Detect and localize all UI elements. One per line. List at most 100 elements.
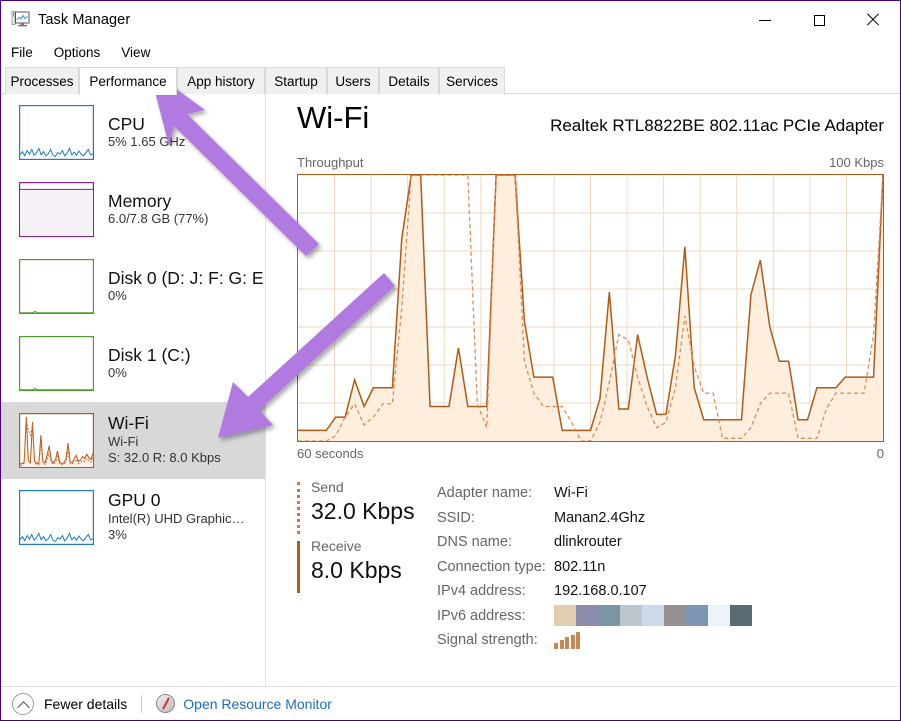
close-icon bbox=[866, 13, 880, 27]
maximize-button[interactable] bbox=[796, 1, 842, 39]
sidebar-item-text: Wi-Fi Wi-Fi S: 32.0 R: 8.0 Kbps bbox=[108, 414, 221, 466]
menu-item-view[interactable]: View bbox=[121, 45, 150, 60]
axis-label-right: 0 bbox=[876, 446, 884, 461]
sidebar-thumbnail-cpu bbox=[19, 105, 94, 160]
sidebar-item-subtitle: Wi-Fi bbox=[108, 434, 139, 450]
thumbnail-graph bbox=[19, 105, 94, 160]
sidebar-thumbnail-disk-1 bbox=[19, 336, 94, 391]
sidebar-item-memory[interactable]: Memory 6.0/7.8 GB (77%) bbox=[1, 171, 265, 248]
network-stats: Send 32.0 Kbps Receive 8.0 Kbps Adapter nam… bbox=[297, 479, 897, 654]
info-key: Adapter name: bbox=[437, 485, 533, 502]
info-value: Manan2.4Ghz bbox=[554, 509, 646, 526]
info-value: dlinkrouter bbox=[554, 534, 622, 551]
sidebar-item-title: Wi-Fi bbox=[108, 413, 149, 434]
minimize-button[interactable] bbox=[742, 1, 788, 39]
sidebar-item-subtitle: Intel(R) UHD Graphic… bbox=[108, 511, 245, 527]
sidebar-item-title: Disk 1 (C:) bbox=[108, 344, 191, 365]
throughput-graph-svg bbox=[298, 175, 883, 441]
graph-axis-labels: Throughput 100 Kbps bbox=[297, 155, 884, 173]
menu-item-file[interactable]: File bbox=[11, 45, 33, 60]
signal-bar bbox=[570, 634, 575, 649]
info-key: SSID: bbox=[437, 509, 475, 526]
task-manager-icon bbox=[10, 11, 30, 29]
fewer-details-button[interactable]: Fewer details bbox=[44, 696, 127, 712]
sidebar-item-subtitle: 0% bbox=[108, 288, 127, 304]
resource-list: CPU 5% 1.65 GHz Memory 6.0/7.8 GB (77%) Disk… bbox=[1, 94, 266, 686]
tab-label: Startup bbox=[274, 73, 318, 89]
tab-details[interactable]: Details bbox=[379, 67, 439, 94]
tab-app-history[interactable]: App history bbox=[177, 67, 265, 94]
menu-bar: File Options View bbox=[1, 39, 900, 65]
signal-bar bbox=[565, 637, 569, 649]
sidebar-item-disk-0[interactable]: Disk 0 (D: J: F: G: E: 0% bbox=[1, 248, 266, 325]
graph-max-label: 100 Kbps bbox=[829, 155, 884, 170]
tab-users[interactable]: Users bbox=[327, 67, 379, 94]
info-key: Signal strength: bbox=[437, 632, 538, 649]
info-key: IPv6 address: bbox=[437, 607, 526, 624]
thumbnail-graph bbox=[19, 182, 94, 237]
performance-detail-panel: Wi-Fi Realtek RTL8822BE 802.11ac PCIe Ad… bbox=[267, 94, 900, 686]
legend-receive: Receive 8.0 Kbps bbox=[297, 538, 432, 594]
graph-title: Throughput bbox=[297, 155, 364, 170]
sidebar-item-disk-1[interactable]: Disk 1 (C:) 0% bbox=[1, 325, 265, 402]
sidebar-item-subtitle: 0% bbox=[108, 365, 127, 381]
tab-services[interactable]: Services bbox=[439, 67, 505, 94]
sidebar-thumbnail-gpu-0 bbox=[19, 490, 94, 545]
content-area: CPU 5% 1.65 GHz Memory 6.0/7.8 GB (77%) Disk… bbox=[1, 94, 900, 686]
axis-label-left: 60 seconds bbox=[297, 446, 364, 461]
throughput-legend: Send 32.0 Kbps Receive 8.0 Kbps bbox=[297, 479, 432, 598]
sidebar-item-wifi[interactable]: Wi-Fi Wi-Fi S: 32.0 R: 8.0 Kbps bbox=[1, 402, 265, 479]
status-bar: Fewer details Open Resource Monitor bbox=[1, 686, 900, 720]
legend-marker-dotted bbox=[297, 482, 300, 534]
info-row: DNS name: dlinkrouter bbox=[437, 530, 897, 555]
sidebar-item-subtitle-2: 3% bbox=[108, 527, 127, 543]
redaction-block bbox=[708, 605, 730, 627]
sidebar-item-text: CPU 5% 1.65 GHz bbox=[108, 113, 185, 151]
info-row: IPv4 address: 192.168.0.107 bbox=[437, 579, 897, 604]
sidebar-item-title: CPU bbox=[108, 113, 145, 134]
tab-performance[interactable]: Performance bbox=[79, 67, 177, 95]
redaction-block bbox=[620, 605, 642, 627]
tab-startup[interactable]: Startup bbox=[265, 67, 327, 94]
sidebar-item-gpu-0[interactable]: GPU 0 Intel(R) UHD Graphic… 3% bbox=[1, 479, 265, 556]
throughput-graph bbox=[297, 174, 884, 442]
info-key: IPv4 address: bbox=[437, 583, 526, 600]
page-title: Wi-Fi bbox=[297, 100, 370, 135]
detail-header: Wi-Fi Realtek RTL8822BE 802.11ac PCIe Ad… bbox=[297, 102, 884, 148]
tab-label: Performance bbox=[89, 73, 167, 89]
sidebar-item-text: GPU 0 Intel(R) UHD Graphic… 3% bbox=[108, 491, 245, 543]
menu-item-options[interactable]: Options bbox=[54, 45, 101, 60]
tab-strip: Processes Performance App history Startup Us… bbox=[1, 67, 900, 95]
minimize-icon bbox=[759, 19, 771, 21]
sidebar-item-text: Disk 1 (C:) 0% bbox=[108, 344, 191, 382]
info-value: 192.168.0.107 bbox=[554, 583, 647, 600]
info-row: Connection type: 802.11n bbox=[437, 555, 897, 580]
signal-bar bbox=[559, 640, 564, 649]
tab-processes[interactable]: Processes bbox=[5, 67, 79, 94]
chevron-up-icon[interactable] bbox=[12, 692, 34, 715]
sidebar-item-cpu[interactable]: CPU 5% 1.65 GHz bbox=[1, 94, 265, 171]
tab-label: App history bbox=[187, 73, 255, 89]
legend-marker-solid bbox=[297, 541, 300, 594]
thumbnail-graph bbox=[19, 490, 94, 545]
legend-send: Send 32.0 Kbps bbox=[297, 479, 432, 534]
legend-name: Send bbox=[311, 479, 344, 495]
redaction-block bbox=[664, 605, 686, 627]
tab-label: Users bbox=[335, 73, 371, 89]
adapter-model-label: Realtek RTL8822BE 802.11ac PCIe Adapter bbox=[550, 116, 884, 135]
sidebar-item-subtitle: 6.0/7.8 GB (77%) bbox=[108, 211, 209, 227]
open-resource-monitor-link[interactable]: Open Resource Monitor bbox=[183, 696, 332, 712]
resource-monitor-icon[interactable] bbox=[156, 694, 176, 713]
ipv6-redaction-blocks bbox=[554, 605, 752, 627]
redaction-block bbox=[686, 605, 708, 627]
close-button[interactable] bbox=[850, 1, 896, 39]
info-value: Wi-Fi bbox=[554, 485, 588, 502]
redaction-block bbox=[576, 605, 598, 627]
sidebar-thumbnail-disk-0 bbox=[19, 259, 94, 314]
info-value: 802.11n bbox=[554, 558, 606, 575]
redaction-block bbox=[642, 605, 664, 627]
redaction-block bbox=[554, 605, 576, 627]
adapter-info-list: Adapter name: Wi-Fi SSID: Manan2.4Ghz DNS na… bbox=[437, 481, 897, 653]
sidebar-item-title: Disk 0 (D: J: F: G: E: bbox=[108, 267, 266, 288]
sidebar-item-title: GPU 0 bbox=[108, 490, 161, 511]
